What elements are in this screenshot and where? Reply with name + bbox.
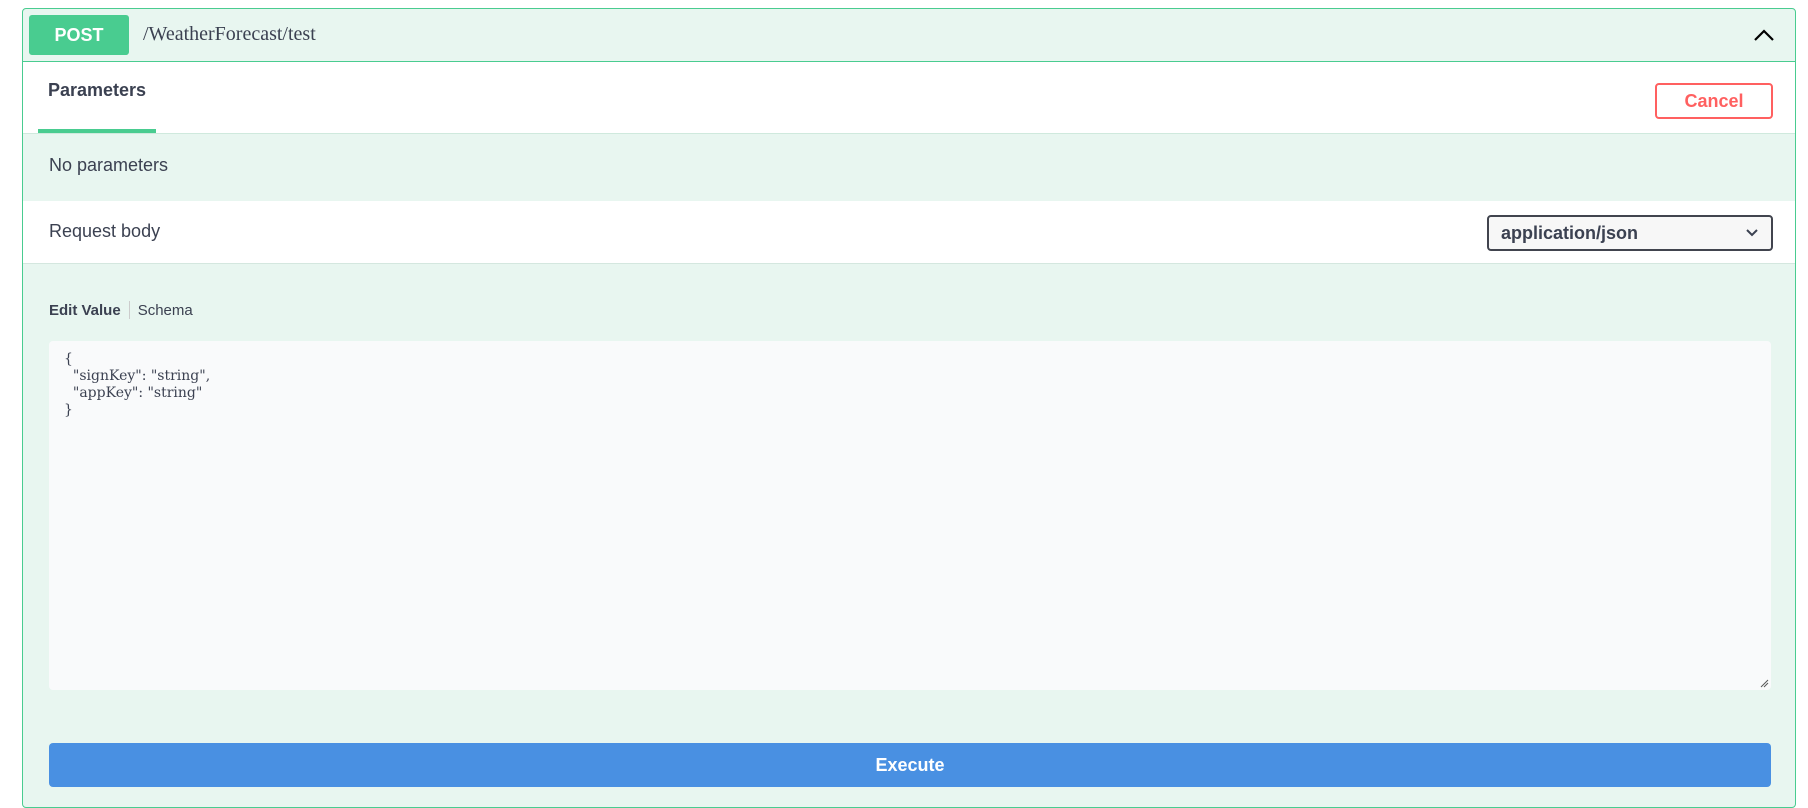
- body-editor-tabs: Edit Value Schema: [49, 301, 193, 319]
- cancel-button[interactable]: Cancel: [1655, 83, 1773, 119]
- execute-button[interactable]: Execute: [49, 743, 1771, 787]
- tab-schema[interactable]: Schema: [132, 302, 193, 319]
- operation-path: /WeatherForecast/test: [143, 23, 316, 45]
- resize-grip-icon[interactable]: [1759, 678, 1769, 688]
- request-body-textarea[interactable]: { "signKey": "string", "appKey": "string…: [49, 341, 1771, 690]
- request-body-label: Request body: [49, 221, 161, 241]
- request-body-value: { "signKey": "string", "appKey": "string…: [64, 351, 211, 418]
- tab-divider: [128, 301, 130, 319]
- tab-edit-value[interactable]: Edit Value: [49, 302, 127, 319]
- request-body-header: Request body application/json: [23, 201, 1795, 264]
- no-parameters-text: No parameters: [49, 155, 169, 175]
- chevron-down-icon: [1746, 229, 1758, 237]
- parameters-header: Parameters Cancel: [23, 62, 1795, 134]
- tab-parameters[interactable]: Parameters: [38, 62, 157, 133]
- http-method-badge: POST: [29, 15, 129, 55]
- content-type-select[interactable]: application/json: [1487, 215, 1773, 251]
- chevron-up-icon[interactable]: [1751, 23, 1777, 49]
- operation-block: POST /WeatherForecast/test Parameters Ca…: [22, 8, 1796, 808]
- content-type-value: application/json: [1501, 223, 1639, 243]
- operation-summary[interactable]: POST /WeatherForecast/test: [23, 9, 1795, 62]
